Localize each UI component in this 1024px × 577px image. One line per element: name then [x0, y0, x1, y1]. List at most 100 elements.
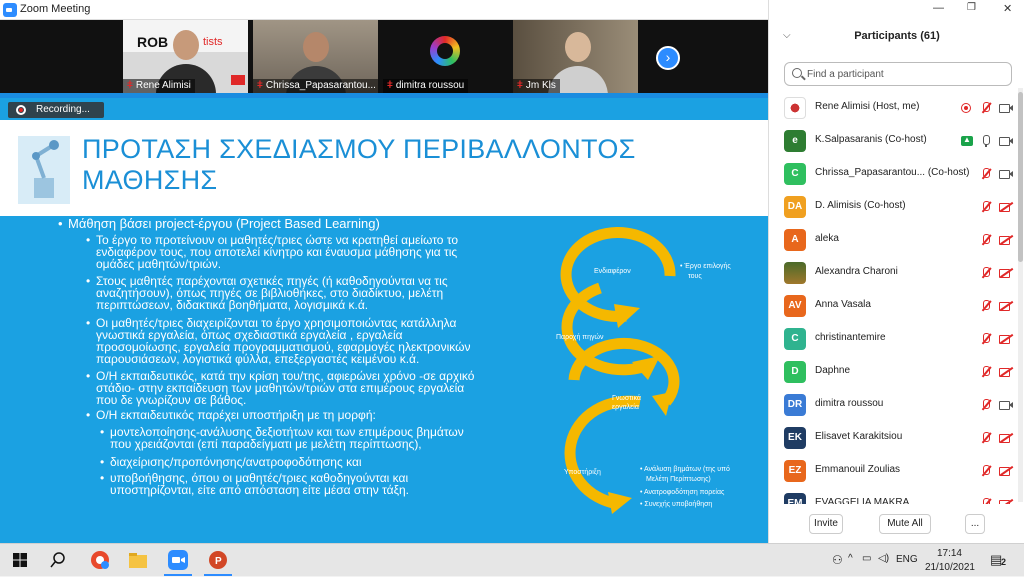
- notification-count: 2: [1001, 557, 1007, 567]
- clock-time[interactable]: 17:14: [937, 548, 962, 559]
- participant-name: EVAGGELIA MAKRA: [815, 497, 910, 504]
- windows-start-icon[interactable]: [8, 548, 32, 572]
- participant-search[interactable]: [784, 62, 1012, 86]
- cycle-stage-2-label: Παροχή πηγών: [556, 333, 604, 341]
- participant-row[interactable]: D Daphne: [769, 356, 1019, 389]
- language-indicator[interactable]: ENG: [896, 554, 918, 565]
- video-camera-icon[interactable]: [999, 167, 1013, 181]
- participant-name: D. Alimisis (Co-host): [815, 200, 906, 211]
- avatar: EM: [784, 493, 806, 504]
- participant-row[interactable]: DR dimitra roussou: [769, 389, 1019, 422]
- network-icon[interactable]: ▭: [862, 553, 871, 564]
- video-off-icon[interactable]: [999, 365, 1013, 379]
- more-options-button[interactable]: ...: [965, 514, 985, 534]
- cycle-stage-4-label: Υποστήριξη: [564, 469, 601, 476]
- participant-row[interactable]: Aaleka: [769, 224, 1019, 257]
- video-tile-dimitra[interactable]: ǂ dimitra roussou: [383, 20, 508, 93]
- mic-muted-icon[interactable]: [979, 497, 993, 504]
- video-camera-icon[interactable]: [999, 398, 1013, 412]
- video-tile-chrissa[interactable]: ǂ Chrissa_Papasarantou...: [253, 20, 378, 93]
- tile-name-label: ǂ Jm Kls: [513, 79, 560, 93]
- close-icon[interactable]: ✕: [1003, 2, 1012, 15]
- mic-muted-icon[interactable]: [979, 200, 993, 214]
- mic-muted-icon[interactable]: [979, 332, 993, 346]
- video-off-icon[interactable]: [999, 299, 1013, 313]
- zoom-taskbar-icon[interactable]: [166, 548, 190, 572]
- participant-status-icons: [973, 233, 1013, 247]
- video-off-icon[interactable]: [999, 497, 1013, 504]
- cycle-note-1: • Έργο επιλογής: [680, 263, 731, 270]
- participant-row[interactable]: EM EVAGGELIA MAKRA: [769, 488, 1019, 504]
- clock-date[interactable]: 21/10/2021: [925, 562, 975, 573]
- avatar: [784, 97, 806, 119]
- cycle-stage-1-label: Ενδιαφέρον: [594, 267, 631, 275]
- cycle-note-4-line-2: Μελέτη Περίπτωσης): [646, 475, 711, 483]
- tile-name: Chrissa_Papasarantou...: [265, 80, 376, 91]
- mic-muted-icon: ǂ: [257, 80, 263, 91]
- mic-muted-icon[interactable]: [979, 101, 993, 115]
- participant-row[interactable]: EZ Emmanouil Zoulias: [769, 455, 1019, 488]
- mic-muted-icon[interactable]: [979, 431, 993, 445]
- minimize-icon[interactable]: —: [933, 2, 944, 14]
- tile-logo-text-2: tists: [203, 36, 223, 48]
- search-input[interactable]: [807, 66, 1007, 82]
- restore-icon[interactable]: ❐: [967, 2, 976, 13]
- participant-row[interactable]: AV Anna Vasala: [769, 290, 1019, 323]
- mic-muted-icon[interactable]: [979, 365, 993, 379]
- volume-icon[interactable]: ◁): [878, 553, 889, 564]
- share-screen-icon[interactable]: [961, 135, 973, 146]
- video-off-icon[interactable]: [999, 200, 1013, 214]
- file-explorer-icon[interactable]: [126, 548, 150, 572]
- video-off-icon[interactable]: [999, 332, 1013, 346]
- search-icon[interactable]: [46, 548, 70, 572]
- panel-scrollbar[interactable]: [1018, 88, 1023, 502]
- chevron-up-icon[interactable]: ^: [848, 553, 853, 564]
- mute-all-button[interactable]: Mute All: [879, 514, 931, 534]
- next-page-arrow-icon[interactable]: ›: [656, 46, 680, 70]
- zoom-meeting-window: Zoom Meeting ROB tists ǂ Rene Alimisi ǂ Ch…: [0, 0, 768, 543]
- participant-row[interactable]: Cchristinantemire: [769, 323, 1019, 356]
- cycle-stage-3-label-2: εργαλεία: [612, 403, 639, 411]
- recording-icon[interactable]: [959, 101, 973, 115]
- participant-row[interactable]: C Chrissa_Papasarantou... (Co-host): [769, 158, 1019, 191]
- mic-icon[interactable]: [979, 134, 993, 148]
- mic-muted-icon[interactable]: [979, 233, 993, 247]
- avatar: DA: [784, 196, 806, 218]
- tile-name: dimitra roussou: [395, 80, 465, 91]
- participant-name: dimitra roussou: [815, 398, 884, 409]
- mic-muted-icon[interactable]: [979, 167, 993, 181]
- tile-name-label: ǂ Chrissa_Papasarantou...: [253, 79, 378, 93]
- participant-name: Alexandra Charoni: [815, 266, 898, 277]
- mic-muted-icon[interactable]: [979, 464, 993, 478]
- participant-row[interactable]: Rene Alimisi (Host, me): [769, 92, 1019, 125]
- edge-browser-icon[interactable]: [88, 548, 112, 572]
- video-off-icon[interactable]: [999, 266, 1013, 280]
- participant-name: Emmanouil Zoulias: [815, 464, 901, 475]
- participant-row[interactable]: Alexandra Charoni: [769, 257, 1019, 290]
- video-camera-icon[interactable]: [999, 134, 1013, 148]
- mic-muted-icon[interactable]: [979, 398, 993, 412]
- mic-muted-icon[interactable]: [979, 299, 993, 313]
- mic-muted-icon[interactable]: [979, 266, 993, 280]
- participant-row[interactable]: DA D. Alimisis (Co-host): [769, 191, 1019, 224]
- video-off-icon[interactable]: [999, 431, 1013, 445]
- system-tray: ⚇ ^ ▭ ◁) ENG 17:14 21/10/2021 ▤ 2: [824, 544, 1024, 577]
- avatar: A: [784, 229, 806, 251]
- video-tile-rene[interactable]: ROB tists ǂ Rene Alimisi: [123, 20, 248, 93]
- video-off-icon[interactable]: [999, 233, 1013, 247]
- video-tile-jm[interactable]: ǂ Jm Kls: [513, 20, 638, 93]
- video-off-icon[interactable]: [999, 464, 1013, 478]
- participant-status-icons: [955, 134, 1013, 148]
- powerpoint-icon[interactable]: P: [206, 548, 230, 572]
- invite-button[interactable]: Invite: [809, 514, 843, 534]
- participant-row[interactable]: e K.Salpasaranis (Co-host): [769, 125, 1019, 158]
- window-title: Zoom Meeting: [20, 3, 91, 15]
- recording-indicator[interactable]: Recording...: [8, 102, 104, 118]
- participant-status-icons: [973, 365, 1013, 379]
- people-icon[interactable]: ⚇: [832, 553, 843, 567]
- participant-row[interactable]: EK Elisavet Karakitsiou: [769, 422, 1019, 455]
- avatar: AV: [784, 295, 806, 317]
- participant-name: Daphne: [815, 365, 851, 376]
- video-camera-icon[interactable]: [999, 101, 1013, 115]
- avatar: e: [784, 130, 806, 152]
